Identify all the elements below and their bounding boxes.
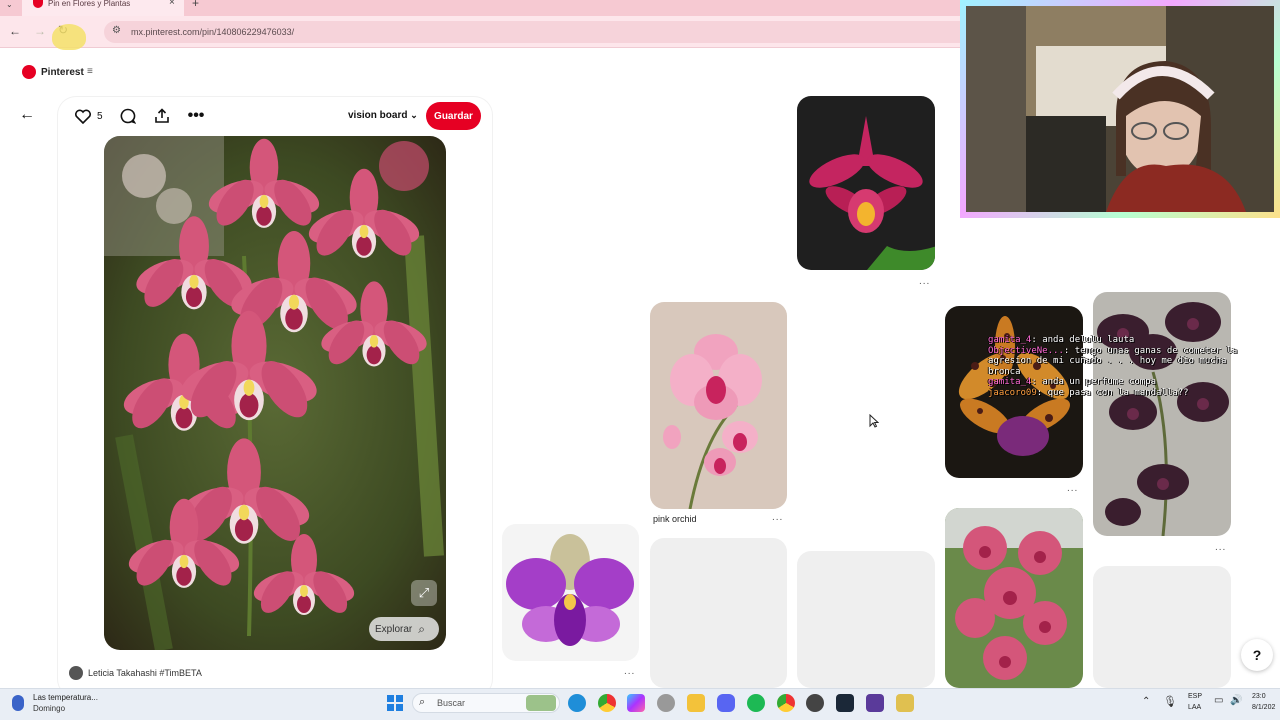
chevron-down-icon: ⌄ (410, 110, 418, 120)
avatar[interactable] (69, 666, 83, 680)
menu-icon[interactable]: ≡ (87, 66, 93, 77)
pikachu-sticker (52, 24, 86, 50)
forward-nav-icon[interactable]: → (34, 24, 46, 38)
obs-icon[interactable] (806, 694, 824, 712)
weather-icon[interactable] (12, 695, 24, 711)
related-pin-cymbidium[interactable] (945, 508, 1083, 688)
mouse-cursor-icon (869, 414, 879, 428)
search-placeholder: Buscar (437, 698, 466, 708)
heart-icon[interactable] (72, 105, 94, 127)
save-button[interactable]: Guardar (426, 102, 481, 130)
pin-more-dots[interactable]: ... (919, 276, 930, 287)
back-arrow-icon[interactable]: ← (19, 106, 39, 126)
author-name[interactable]: Leticia Takahashi #TimBETA (88, 668, 202, 678)
help-button[interactable]: ? (1241, 639, 1273, 671)
url-text: mx.pinterest.com/pin/140806229476033/ (131, 27, 295, 37)
steam-icon[interactable] (836, 694, 854, 712)
notes-app-icon[interactable] (896, 694, 914, 712)
pinterest-logo-icon[interactable] (22, 65, 36, 79)
microphone-icon[interactable]: 🎙 (1163, 695, 1177, 708)
clock-time[interactable]: 23:0 (1252, 693, 1280, 700)
related-pin-purple-orchid[interactable] (502, 524, 639, 661)
volume-icon[interactable]: 🔊 (1230, 695, 1242, 706)
like-count: 5 (97, 111, 103, 122)
loading-pin-placeholder (1093, 566, 1231, 688)
loading-pin-placeholder (650, 538, 787, 688)
chat-username: ObjectiveNe... (988, 345, 1064, 356)
chrome-icon[interactable] (598, 694, 616, 712)
edge-icon[interactable] (568, 694, 586, 712)
chat-message: gamita_4: anda un perfume compa (988, 377, 1156, 387)
search-icon: ⌕ (419, 696, 426, 708)
stream-chat-overlay: gamita_4: anda delulu lauta ObjectiveNe.… (988, 335, 1238, 398)
chrome-profile-icon[interactable] (777, 694, 795, 712)
search-highlight-icon (526, 695, 556, 711)
chat-text: que pasa con la mandalla?? (1047, 387, 1189, 398)
more-options-icon[interactable]: ••• (185, 105, 207, 127)
share-icon[interactable] (151, 105, 173, 127)
visual-search-icon: ⌕ (418, 621, 425, 636)
copilot-icon[interactable] (627, 694, 645, 712)
expand-icon[interactable]: ⤢ (411, 580, 437, 606)
board-select-label: vision board (348, 110, 408, 121)
comment-icon[interactable] (117, 105, 139, 127)
back-nav-icon[interactable]: ← (9, 24, 21, 38)
related-pin-red-orchid[interactable] (797, 96, 935, 270)
explore-label: Explorar (375, 623, 413, 635)
related-pin-dark-orchid[interactable] (1093, 292, 1231, 536)
tab-close-icon[interactable]: × (169, 0, 175, 8)
pin-caption[interactable]: pink orchid (653, 514, 697, 524)
site-info-icon[interactable]: ⚙ (112, 25, 121, 36)
webcam-feed (966, 6, 1274, 212)
related-pin-pink-orchid[interactable] (650, 302, 787, 509)
explore-button[interactable]: Explorar ⌕ (369, 617, 439, 641)
chat-message: ObjectiveNe...: tengo unas ganas de come… (988, 345, 1238, 377)
keyboard-layout: LAA (1188, 704, 1202, 711)
app-icon[interactable] (657, 694, 675, 712)
chat-username: gamita_4 (988, 377, 1032, 387)
windows-start-icon[interactable] (387, 695, 403, 711)
weather-subtitle: Domingo (33, 704, 66, 713)
chat-message: gamita_4: anda delulu lauta (988, 335, 1135, 345)
chat-text: anda delulu lauta (1042, 335, 1135, 345)
pin-more-dots[interactable]: ... (772, 512, 783, 523)
new-tab-button[interactable]: + (192, 0, 199, 10)
tab-title: Pin en Flores y Plantas (48, 0, 131, 8)
loading-pin-placeholder (797, 551, 935, 688)
chevron-up-icon[interactable]: ⌃ (1142, 696, 1150, 707)
chat-message: jaacoro09: que pasa con la mandalla?? (988, 387, 1189, 398)
discord-icon[interactable] (717, 694, 735, 712)
pin-main-image[interactable] (104, 136, 446, 650)
pin-more-dots[interactable]: ... (1067, 483, 1078, 494)
network-icon[interactable]: ▭ (1214, 695, 1223, 706)
pin-more-dots[interactable]: ... (624, 666, 635, 677)
language-indicator[interactable]: ESP (1188, 693, 1202, 700)
tab-list-button[interactable]: ⌄ (6, 0, 18, 12)
spotify-icon[interactable] (747, 694, 765, 712)
board-select[interactable]: vision board ⌄ (348, 110, 418, 121)
stream-app-icon[interactable] (866, 694, 884, 712)
clock-date: 8/1/202 (1252, 704, 1276, 711)
weather-title[interactable]: Las temperatura... (33, 693, 98, 702)
chat-username: gamita_4 (988, 335, 1032, 345)
chat-username: jaacoro09 (988, 387, 1037, 398)
chat-text: anda un perfume compa (1042, 377, 1156, 387)
pin-more-dots[interactable]: ... (1215, 542, 1226, 553)
file-explorer-icon[interactable] (687, 694, 705, 712)
brand-name[interactable]: Pinterest (41, 67, 84, 78)
